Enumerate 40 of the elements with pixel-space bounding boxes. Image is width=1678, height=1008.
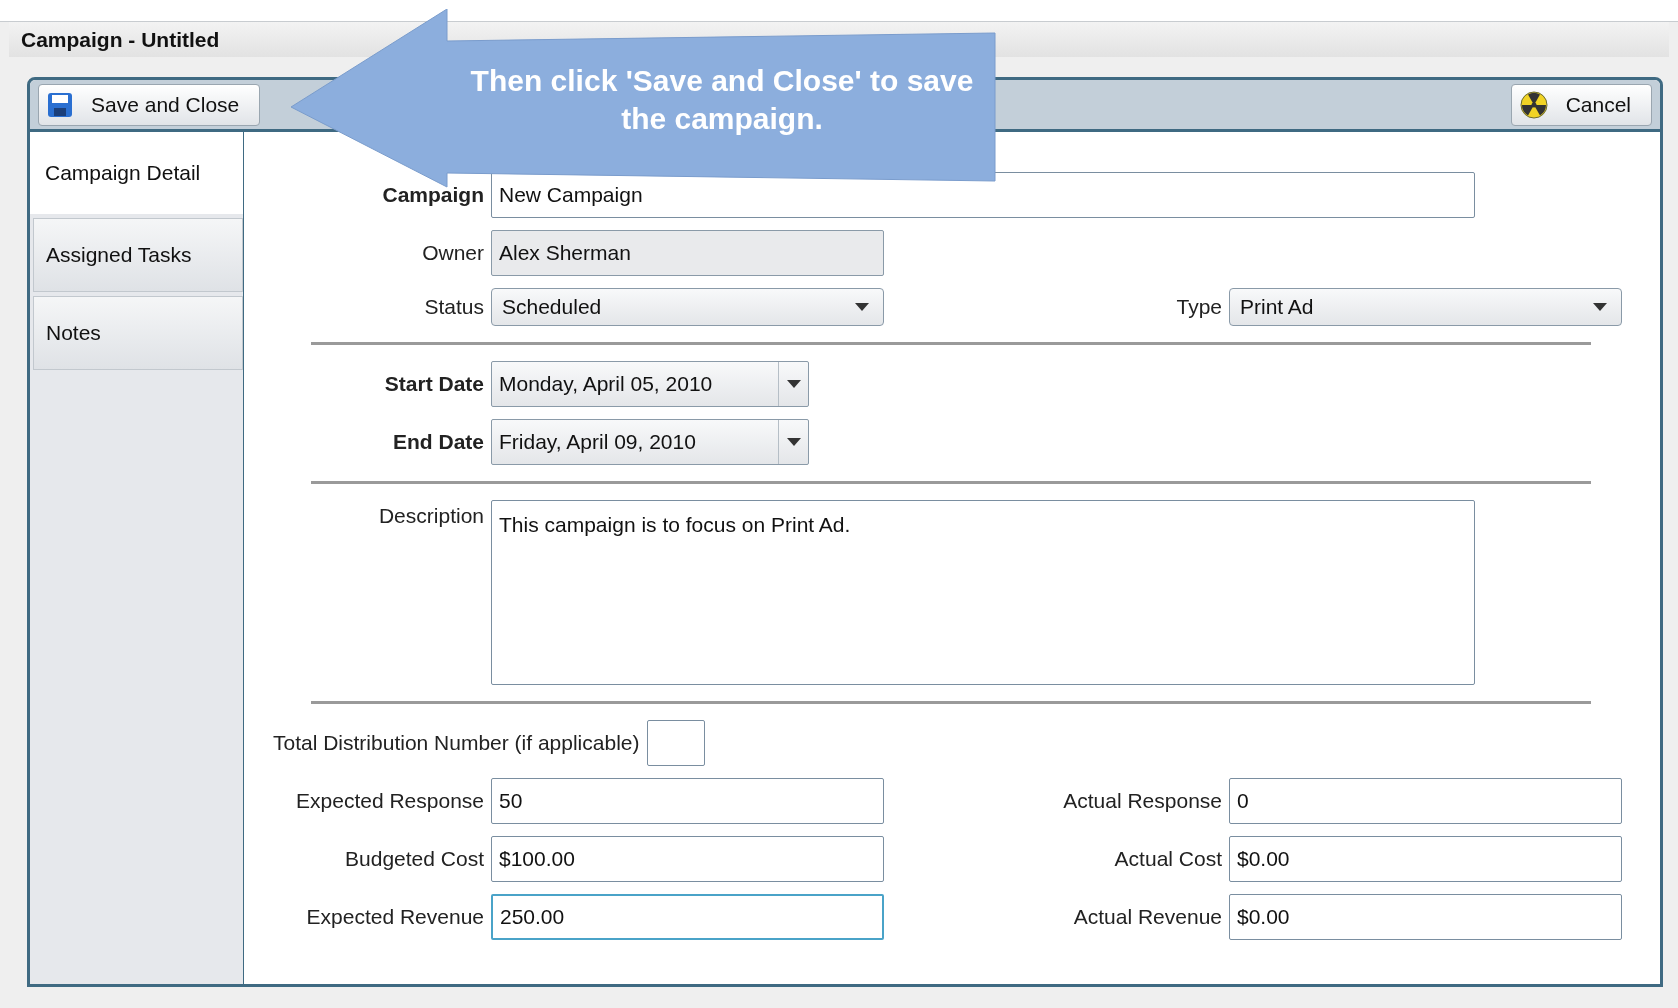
text-field[interactable]: Alex Sherman xyxy=(491,230,884,276)
dropdown-caret-icon xyxy=(855,303,869,311)
field-label: Description xyxy=(377,503,484,529)
field-label: Expected Revenue xyxy=(305,904,484,931)
text-field[interactable]: New Campaign xyxy=(491,172,1475,218)
text-area[interactable]: This campaign is to focus on Print Ad. xyxy=(491,500,1475,685)
radiation-icon xyxy=(1519,90,1548,119)
dropdown-caret-icon xyxy=(1593,303,1607,311)
callout-text: Then click 'Save and Close' to save the campaign. xyxy=(469,63,975,137)
field-label: Start Date xyxy=(383,371,484,398)
date-picker[interactable]: Friday, April 09, 2010 xyxy=(491,419,809,465)
text-field[interactable]: 0 xyxy=(1229,778,1622,824)
sidebar-tab[interactable]: Campaign Detail xyxy=(30,132,243,214)
field-label: End Date xyxy=(392,429,484,456)
sidebar-tab[interactable]: Assigned Tasks xyxy=(33,218,243,292)
field-label: Owner xyxy=(421,240,484,267)
field-label: Budgeted Cost xyxy=(344,846,484,873)
cancel-button[interactable]: Cancel xyxy=(1510,83,1652,126)
date-picker[interactable]: Monday, April 05, 2010 xyxy=(491,361,809,407)
text-field[interactable]: 250.00 xyxy=(491,894,884,940)
window-title: Campaign - Untitled xyxy=(21,26,220,53)
sidebar-tab[interactable]: Notes xyxy=(33,296,243,370)
dropdown-caret-icon xyxy=(786,438,801,446)
text-field[interactable]: $100.00 xyxy=(491,836,884,882)
field-label: Actual Cost xyxy=(1113,846,1222,873)
field-label: Status xyxy=(423,294,484,321)
dropdown[interactable]: Scheduled xyxy=(491,288,884,326)
field-label: Actual Revenue xyxy=(1072,904,1222,931)
dropdown[interactable]: Print Ad xyxy=(1229,288,1622,326)
text-field[interactable]: $0.00 xyxy=(1229,894,1622,940)
text-field[interactable] xyxy=(646,720,705,766)
field-label: Actual Response xyxy=(1062,788,1222,815)
dropdown-caret-icon xyxy=(786,380,801,388)
field-label: Expected Response xyxy=(295,788,484,815)
field-label: Total Distribution Number (if applicable) xyxy=(273,730,640,757)
field-label: Type xyxy=(1175,294,1222,321)
field-label: Campaign xyxy=(381,182,484,209)
text-field[interactable]: $0.00 xyxy=(1229,836,1622,882)
text-field[interactable]: 50 xyxy=(491,778,884,824)
save-button[interactable]: Save and Close xyxy=(38,83,261,126)
